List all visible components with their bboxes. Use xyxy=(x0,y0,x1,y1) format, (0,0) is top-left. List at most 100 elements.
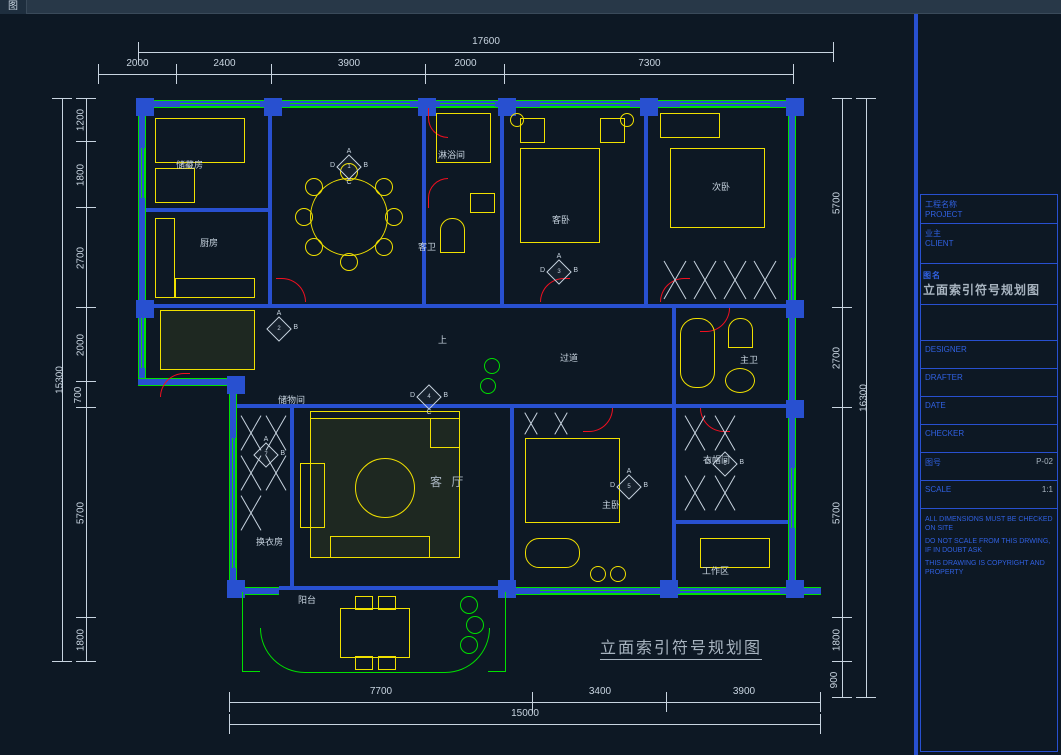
dim-top-1: 2000 xyxy=(98,60,177,78)
window xyxy=(138,148,146,198)
wall xyxy=(138,100,146,312)
door xyxy=(276,278,306,302)
drawing-tab[interactable]: 图 xyxy=(0,0,27,14)
balcony-edge xyxy=(242,592,260,672)
closet xyxy=(660,258,690,302)
room-label: 工作区 xyxy=(702,564,729,577)
dim-top-5: 7300 xyxy=(505,60,794,78)
balcony-rail xyxy=(260,628,490,673)
drawing-title: 立面索引符号规划图 xyxy=(600,634,762,658)
room-label: 厨房 xyxy=(200,236,218,249)
wall xyxy=(422,106,426,306)
dim-right-5: 900 xyxy=(828,662,846,698)
dim-top-overall: 17600 xyxy=(138,38,834,56)
room-label: 次卧 xyxy=(712,180,730,193)
closet xyxy=(680,473,710,513)
dim-right-overall: 16300 xyxy=(852,98,870,698)
chair xyxy=(378,596,396,610)
title-block: 工程名称 PROJECT 业主 CLIENT 图名 立面索引符号规划图 DESI… xyxy=(920,194,1058,752)
dim-top-3: 3900 xyxy=(272,60,426,78)
sink xyxy=(725,368,755,393)
window xyxy=(540,100,630,108)
tab-bar: 图 xyxy=(0,0,1061,14)
column xyxy=(786,98,804,116)
desk xyxy=(660,113,720,138)
wall xyxy=(510,408,514,588)
chair xyxy=(305,178,323,196)
closet xyxy=(690,258,720,302)
room-label: 过道 xyxy=(560,351,578,364)
elevation-symbol: 1 A C D B xyxy=(340,158,358,176)
tb-project: 工程名称 PROJECT xyxy=(921,195,1057,224)
plant xyxy=(480,378,496,394)
dim-bot-1: 7700 xyxy=(229,688,533,706)
closet xyxy=(680,413,710,453)
balcony-edge xyxy=(488,592,506,672)
chair xyxy=(295,208,313,226)
window xyxy=(138,318,146,368)
wall xyxy=(644,106,648,306)
wall xyxy=(146,208,270,212)
column xyxy=(136,98,154,116)
dim-left-4: 2000 xyxy=(72,308,90,382)
dim-right-2: 2700 xyxy=(828,308,846,408)
furniture xyxy=(155,168,195,203)
column xyxy=(786,580,804,598)
wall xyxy=(672,408,676,588)
column xyxy=(786,300,804,318)
dim-left-5: 700 xyxy=(72,382,90,408)
stool xyxy=(590,566,606,582)
chair xyxy=(305,238,323,256)
toilet xyxy=(728,318,753,348)
tb-drawing-no: 图号 P-02 xyxy=(921,453,1057,481)
elevation-symbol: 5 A D B xyxy=(620,478,638,496)
chair xyxy=(375,238,393,256)
cad-viewport[interactable]: 图 工程名称 PROJECT 业主 CLIENT 图名 立面索引符号规划图 DE… xyxy=(0,0,1061,755)
dim-bot-overall: 15000 xyxy=(229,710,821,728)
tb-scale: SCALE 1:1 xyxy=(921,481,1057,509)
closet xyxy=(516,411,546,436)
column xyxy=(786,400,804,418)
door xyxy=(428,178,448,208)
floor-plan: 17600 2000 2400 3900 2000 7300 7700 xyxy=(0,18,910,755)
chair xyxy=(375,178,393,196)
column xyxy=(640,98,658,116)
closet xyxy=(238,493,263,533)
window xyxy=(680,587,780,595)
wall xyxy=(268,106,272,306)
room-label: 储物间 xyxy=(278,393,305,406)
tb-checker: CHECKER xyxy=(921,425,1057,453)
room-label: 换衣房 xyxy=(256,535,283,548)
dim-top-2: 2400 xyxy=(177,60,272,78)
furniture xyxy=(175,278,255,298)
closet xyxy=(546,411,576,436)
tb-drafter: DRAFTER xyxy=(921,369,1057,397)
window xyxy=(788,468,796,528)
closet xyxy=(720,258,750,302)
closet xyxy=(710,413,740,453)
dim-left-overall: 15300 xyxy=(48,98,66,662)
title-block-frame: 工程名称 PROJECT 业主 CLIENT 图名 立面索引符号规划图 DESI… xyxy=(916,14,1061,755)
stool xyxy=(610,566,626,582)
wall xyxy=(676,520,788,524)
column xyxy=(264,98,282,116)
dim-left-6: 5700 xyxy=(72,408,90,618)
window xyxy=(440,100,495,108)
window xyxy=(680,100,770,108)
window xyxy=(290,100,410,108)
door xyxy=(160,373,190,397)
bathtub xyxy=(680,318,715,388)
elevation-symbol: 2 A B xyxy=(270,320,288,338)
room-label: 储藏房 xyxy=(176,158,203,171)
tb-blank1 xyxy=(921,305,1057,341)
carpet xyxy=(160,310,255,370)
wall xyxy=(146,304,788,308)
plant xyxy=(460,596,478,614)
furniture xyxy=(155,118,245,163)
chair xyxy=(340,253,358,271)
armchair xyxy=(430,418,460,448)
dim-bot-2: 3400 xyxy=(533,688,667,706)
window xyxy=(180,100,260,108)
sink xyxy=(470,193,495,213)
wall xyxy=(290,408,294,588)
